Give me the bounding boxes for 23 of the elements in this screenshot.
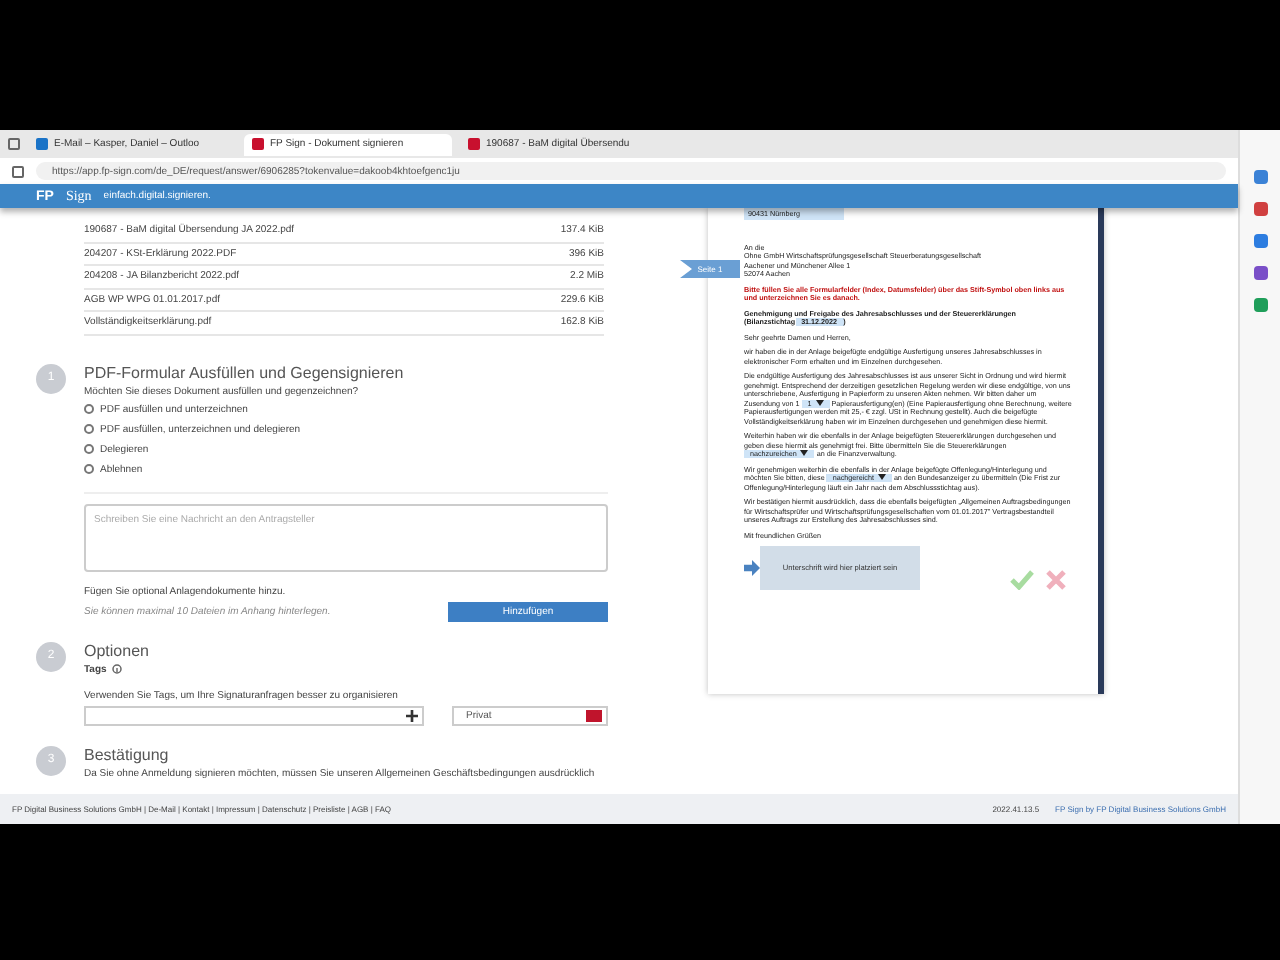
step-title: PDF-Formular Ausfüllen und Gegensignieren xyxy=(84,363,406,381)
arrow-icon xyxy=(744,560,760,577)
caret-icon[interactable] xyxy=(877,474,886,481)
sidebar-icon[interactable] xyxy=(1253,170,1267,184)
sidebar-icon[interactable] xyxy=(1253,266,1267,280)
info-icon[interactable] xyxy=(112,664,123,674)
caret-icon[interactable] xyxy=(800,450,809,457)
caret-icon[interactable] xyxy=(815,399,824,406)
step-title: Optionen xyxy=(84,641,151,659)
tag-input-field[interactable] xyxy=(84,705,424,725)
radio-button[interactable] xyxy=(84,424,94,434)
check-icon[interactable] xyxy=(1010,570,1034,591)
sidebar-icon[interactable] xyxy=(1253,298,1267,312)
radio-button[interactable] xyxy=(84,464,94,474)
site-icon xyxy=(252,138,264,150)
step-title: Bestätigung xyxy=(84,745,171,763)
site-icon xyxy=(468,138,480,150)
sidebar-icon[interactable] xyxy=(1253,202,1267,216)
plus-icon[interactable] xyxy=(406,709,418,721)
radio-button[interactable] xyxy=(84,444,94,454)
site-icon xyxy=(36,138,48,150)
sidebar-icon[interactable] xyxy=(1253,234,1267,248)
radio-button[interactable] xyxy=(84,404,94,414)
